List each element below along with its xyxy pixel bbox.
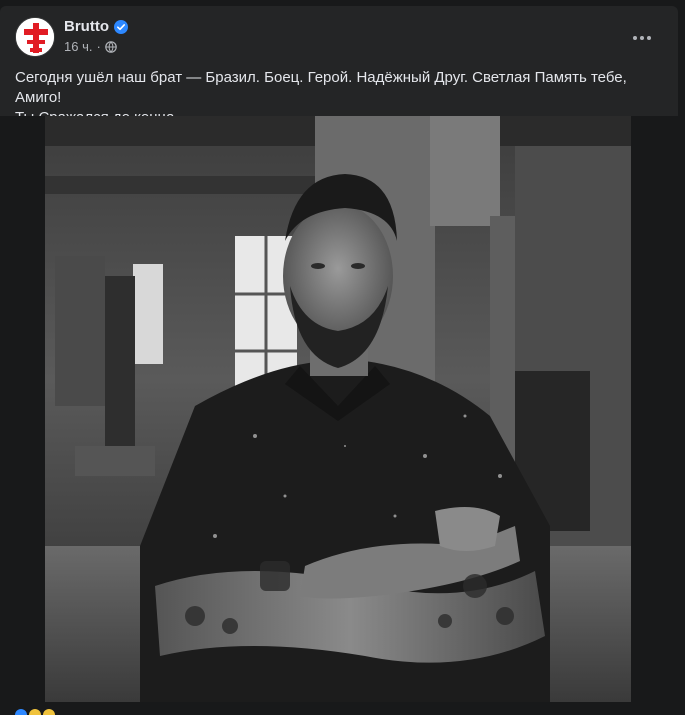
post-card: Brutto 16 ч. · Сегодня ушёл наш брат — Б…	[0, 6, 678, 715]
verified-badge-icon	[114, 19, 128, 34]
more-options-button[interactable]	[624, 20, 660, 56]
love-reaction-icon	[29, 709, 41, 715]
post-photo[interactable]	[45, 116, 631, 702]
author-row: Brutto	[64, 18, 128, 35]
page-avatar[interactable]	[15, 17, 55, 57]
reactions-strip[interactable]	[15, 709, 55, 715]
post-meta: 16 ч. ·	[64, 39, 117, 54]
like-reaction-icon	[15, 709, 27, 715]
author-name[interactable]: Brutto	[64, 18, 109, 35]
sad-reaction-icon	[43, 709, 55, 715]
photo-image	[45, 116, 631, 702]
meta-separator: ·	[96, 39, 101, 54]
more-options-icon	[633, 36, 651, 40]
post-text-line-1: Сегодня ушёл наш брат — Бразил. Боец. Ге…	[15, 69, 627, 106]
brutto-logo-icon	[16, 18, 54, 56]
post-timestamp[interactable]: 16 ч.	[64, 39, 92, 54]
post-header: Brutto 16 ч. ·	[0, 6, 678, 62]
globe-icon[interactable]	[105, 40, 117, 53]
photo-container	[0, 116, 678, 715]
